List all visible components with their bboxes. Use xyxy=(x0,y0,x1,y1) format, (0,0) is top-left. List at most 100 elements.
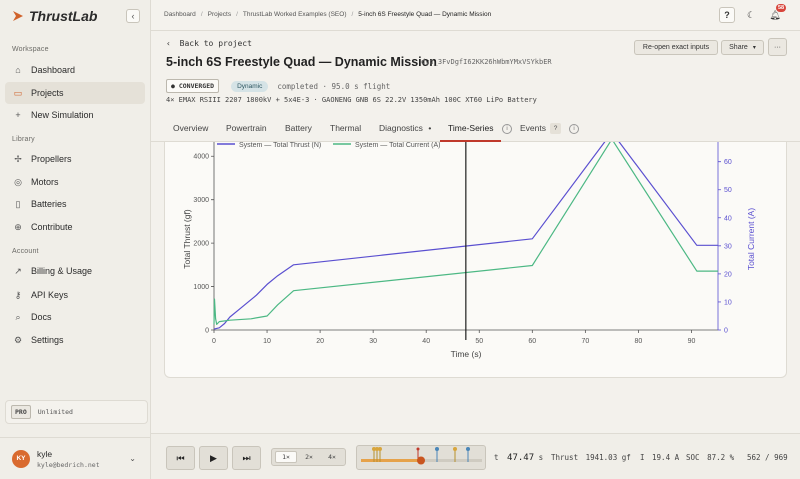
y-tick-label: 2000 xyxy=(193,241,209,248)
x-tick-label: 0 xyxy=(212,338,216,345)
share-button-label: Share xyxy=(729,44,748,51)
breadcrumb-dashboard[interactable]: Dashboard xyxy=(164,11,196,18)
tab-thermal[interactable]: Thermal xyxy=(330,123,361,133)
frame-counter: 562 / 969 xyxy=(747,453,788,462)
thrust-value: 1941.03 gf xyxy=(585,453,631,462)
brand-logo[interactable]: ThrustLab xyxy=(11,8,97,24)
theme-toggle-button[interactable]: ☾ xyxy=(743,7,759,23)
sidebar: ThrustLab ‹ Workspace ⌂ Dashboard ▭ Proj… xyxy=(0,0,151,479)
play-icon: ▶ xyxy=(210,452,217,463)
sidebar-item-billing[interactable]: ↗ Billing & Usage xyxy=(5,260,145,282)
chevron-left-icon: ‹ xyxy=(131,11,135,21)
back-to-project-link[interactable]: ‹ Back to project xyxy=(166,39,252,48)
sidebar-item-motors[interactable]: ◎ Motors xyxy=(5,171,145,193)
tab-powertrain[interactable]: Powertrain xyxy=(226,123,267,133)
breadcrumb-projects[interactable]: Projects xyxy=(208,11,231,18)
notifications-button[interactable]: 🔔︎ 58 xyxy=(767,4,787,23)
more-options-button[interactable]: ··· xyxy=(768,38,787,56)
skip-to-end-button[interactable]: ⏭︎ xyxy=(232,446,261,470)
y2-tick-label: 40 xyxy=(724,215,732,222)
status-badge: ● CONVERGED xyxy=(166,79,220,93)
reopen-inputs-button[interactable]: Re-open exact inputs xyxy=(634,40,718,55)
sidebar-item-contribute[interactable]: ⊕ Contribute xyxy=(5,216,145,238)
time-readout: t 47.47 s xyxy=(494,453,543,463)
speed-option-2x[interactable]: 2× xyxy=(298,451,320,463)
breadcrumb-project[interactable]: ThrustLab Worked Examples (SEO) xyxy=(243,11,347,18)
status-row: ● CONVERGED Dynamic completed · 95.0 s f… xyxy=(166,79,390,93)
x-tick-label: 70 xyxy=(581,338,589,345)
y2-tick-label: 60 xyxy=(724,159,732,166)
section-label-workspace: Workspace xyxy=(12,46,49,53)
sidebar-item-label: Dashboard xyxy=(31,65,76,75)
info-icon[interactable]: i xyxy=(502,124,512,134)
breadcrumb-current: 5-inch 6S Freestyle Quad — Dynamic Missi… xyxy=(358,11,492,18)
status-text: completed · 95.0 s flight xyxy=(277,81,391,91)
simulation-id: dyn_3FvDgfI62KK26hWbmYMxVSYkbER xyxy=(421,58,552,66)
tab-time-series[interactable]: Time-Series xyxy=(448,123,494,133)
soc-readout: SOC 87.2 % xyxy=(686,453,734,462)
sidebar-item-label: Propellers xyxy=(31,154,72,164)
y-axis-label: Total Thrust (gf) xyxy=(182,209,192,269)
thrust-label: Thrust xyxy=(551,453,579,462)
time-series-chart[interactable]: 0 10 20 30 40 50 60 70 80 90 0 1000 2000 3000 4000 0 10 2… xyxy=(165,142,787,378)
skip-to-start-button[interactable]: ⏮︎ xyxy=(166,446,195,470)
avatar: KY xyxy=(12,449,30,468)
user-name: kyle xyxy=(37,448,53,459)
help-button[interactable]: ? xyxy=(719,7,735,23)
current-label: I xyxy=(640,453,645,462)
plus-icon: + xyxy=(15,110,21,120)
chevron-left-icon: ‹ xyxy=(166,39,171,48)
battery-icon: ▯ xyxy=(15,198,21,209)
sidebar-item-projects[interactable]: ▭ Projects xyxy=(5,82,145,104)
sidebar-item-label: New Simulation xyxy=(31,110,94,120)
tab-events[interactable]: Events xyxy=(520,123,546,133)
gear-icon: ⚙ xyxy=(13,334,23,345)
collapse-sidebar-button[interactable]: ‹ xyxy=(126,9,140,23)
back-link-label: Back to project xyxy=(179,39,252,48)
soc-label: SOC xyxy=(686,453,700,462)
sidebar-item-label: API Keys xyxy=(31,290,69,300)
tab-bar: Overview Powertrain Battery Thermal Diag… xyxy=(151,116,800,142)
speed-option-4x[interactable]: 4× xyxy=(321,451,343,463)
y-tick-label: 1000 xyxy=(193,284,209,291)
tab-diagnostics[interactable]: Diagnostics • xyxy=(379,123,431,133)
section-label-library: Library xyxy=(12,136,35,143)
sidebar-item-settings[interactable]: ⚙ Settings xyxy=(5,329,145,351)
contribute-icon: ⊕ xyxy=(14,221,22,232)
tab-overview[interactable]: Overview xyxy=(173,123,208,133)
sidebar-item-label: Contribute xyxy=(31,222,73,232)
tab-battery[interactable]: Battery xyxy=(285,123,312,133)
share-button[interactable]: Share ▾ xyxy=(721,40,764,55)
play-button[interactable]: ▶ xyxy=(199,446,228,470)
info-icon[interactable]: i xyxy=(569,124,579,134)
tab-label: Diagnostics xyxy=(379,123,423,133)
chevron-down-icon: ▾ xyxy=(752,45,756,51)
section-label-account: Account xyxy=(12,248,39,255)
search-icon: ⌕ xyxy=(15,311,21,322)
user-email: kyle@bedrich.net xyxy=(37,460,100,469)
notification-count-badge: 58 xyxy=(776,4,787,12)
legend-label: System — Total Thrust (N) xyxy=(239,142,321,149)
sidebar-item-api-keys[interactable]: ⚷ API Keys xyxy=(5,284,145,306)
x-tick-label: 30 xyxy=(369,338,377,345)
sidebar-item-new-simulation[interactable]: + New Simulation xyxy=(5,104,145,126)
key-icon: ⚷ xyxy=(14,289,22,300)
x-tick-label: 80 xyxy=(635,338,643,345)
plan-indicator: PRO Unlimited xyxy=(5,400,148,424)
sidebar-item-label: Projects xyxy=(31,88,64,98)
motor-icon: ◎ xyxy=(14,176,22,187)
speed-option-1x[interactable]: 1× xyxy=(275,451,297,463)
y-tick-label: 0 xyxy=(205,328,209,335)
user-menu[interactable]: KY kyle kyle@bedrich.net ⌄ xyxy=(0,437,151,479)
breadcrumb-separator: / xyxy=(351,11,354,18)
sidebar-item-batteries[interactable]: ▯ Batteries xyxy=(5,193,145,215)
skip-forward-icon: ⏭︎ xyxy=(242,452,251,463)
breadcrumb-separator: / xyxy=(200,11,203,18)
sidebar-item-docs[interactable]: ⌕ Docs xyxy=(5,306,145,328)
sidebar-item-propellers[interactable]: ✢ Propellers xyxy=(5,148,145,170)
sidebar-item-dashboard[interactable]: ⌂ Dashboard xyxy=(5,59,145,81)
mode-badge: Dynamic xyxy=(231,80,269,92)
timeline-scrubber[interactable] xyxy=(356,445,486,470)
sidebar-item-label: Settings xyxy=(31,335,64,345)
timeline-playhead[interactable] xyxy=(417,456,425,465)
